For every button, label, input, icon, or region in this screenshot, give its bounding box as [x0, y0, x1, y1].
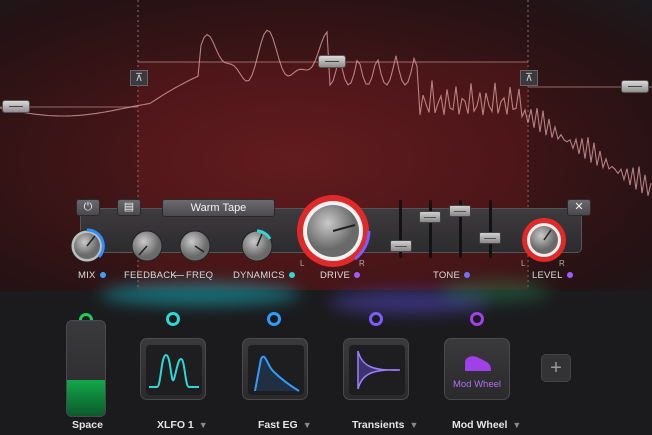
level-mod-dot — [566, 272, 573, 279]
tone-fader-2-track[interactable] — [429, 200, 432, 258]
transients-menu[interactable]: Transients ▼ — [352, 419, 418, 431]
envelope-icon — [248, 345, 304, 395]
preset-browser-icon: ▤ — [123, 201, 135, 213]
mod-glow — [440, 280, 550, 302]
tone-fader-1-handle[interactable] — [390, 240, 412, 252]
transients-tile[interactable] — [343, 338, 409, 400]
feedback-knob[interactable] — [131, 230, 163, 262]
drive-left-label: L — [300, 259, 305, 268]
mod-glow — [100, 283, 300, 305]
feedback-label: FEEDBACK — [124, 270, 177, 281]
mod-wheel-menu[interactable]: Mod Wheel ▼ — [452, 419, 521, 431]
fast-eg-menu[interactable]: Fast EG ▼ — [258, 419, 312, 431]
transients-mod-dot[interactable] — [369, 312, 383, 326]
dynamics-label: DYNAMICS — [233, 270, 295, 281]
mod-wheel-mod-dot[interactable] — [470, 312, 484, 326]
band-marker-icon[interactable]: ⊼ — [520, 70, 538, 86]
band-marker-icon[interactable]: ⊼ — [130, 70, 148, 86]
space-label: Space — [72, 419, 103, 431]
power-icon: ⏻ — [83, 201, 93, 213]
tone-fader-2-handle[interactable] — [419, 211, 441, 223]
fast-eg-tile[interactable] — [242, 338, 308, 400]
add-mod-source-button[interactable]: + — [541, 354, 571, 382]
drive-right-label: R — [359, 259, 365, 268]
dynamics-mod-dot — [288, 272, 295, 279]
band-handle-mid[interactable] — [318, 55, 346, 68]
xlfo1-tile[interactable] — [140, 338, 206, 400]
mod-wheel-icon — [465, 356, 491, 371]
drive-label: DRIVE — [320, 270, 361, 281]
preset-browser-button[interactable]: ▤ — [117, 199, 141, 216]
tone-fader-4-track[interactable] — [489, 200, 492, 258]
chevron-down-icon: ▼ — [512, 420, 522, 430]
transient-icon — [349, 345, 405, 395]
lfo-wave-icon — [146, 345, 202, 395]
mod-wheel-tile-text: Mod Wheel — [452, 379, 502, 390]
freq-label: FREQ — [186, 270, 214, 281]
tone-mod-dot — [464, 272, 471, 279]
chevron-down-icon: ▼ — [198, 420, 208, 430]
mix-knob[interactable] — [69, 228, 105, 264]
band-handle-low[interactable] — [2, 100, 30, 113]
tone-label: TONE — [433, 270, 471, 281]
chevron-down-icon: ▼ — [302, 420, 312, 430]
close-button[interactable]: ✕ — [567, 199, 591, 216]
tone-fader-3-handle[interactable] — [449, 205, 471, 217]
meter-icon — [67, 379, 105, 416]
drive-mod-dot — [354, 272, 361, 279]
fast-eg-mod-dot[interactable] — [267, 312, 281, 326]
close-icon: ✕ — [574, 201, 584, 213]
level-label: LEVEL — [532, 270, 573, 281]
space-meter[interactable] — [66, 320, 106, 417]
mix-label: MIX — [78, 270, 106, 281]
dynamics-knob[interactable] — [240, 229, 274, 263]
tone-fader-4-handle[interactable] — [479, 232, 501, 244]
preset-name[interactable]: Warm Tape — [162, 199, 275, 217]
level-knob[interactable] — [520, 217, 568, 263]
xlfo1-mod-dot[interactable] — [166, 312, 180, 326]
chevron-down-icon: ▼ — [409, 420, 419, 430]
mix-mod-dot — [99, 272, 106, 279]
freq-knob[interactable] — [179, 230, 211, 262]
power-button[interactable]: ⏻ — [76, 199, 100, 216]
level-left-label: L — [521, 259, 526, 268]
feedback-freq-link-line — [171, 275, 184, 276]
band-handle-high[interactable] — [621, 80, 649, 93]
drive-knob[interactable] — [295, 193, 371, 269]
xlfo1-menu[interactable]: XLFO 1 ▼ — [157, 419, 208, 431]
mod-wheel-tile[interactable]: Mod Wheel — [444, 338, 510, 400]
level-right-label: R — [559, 259, 565, 268]
